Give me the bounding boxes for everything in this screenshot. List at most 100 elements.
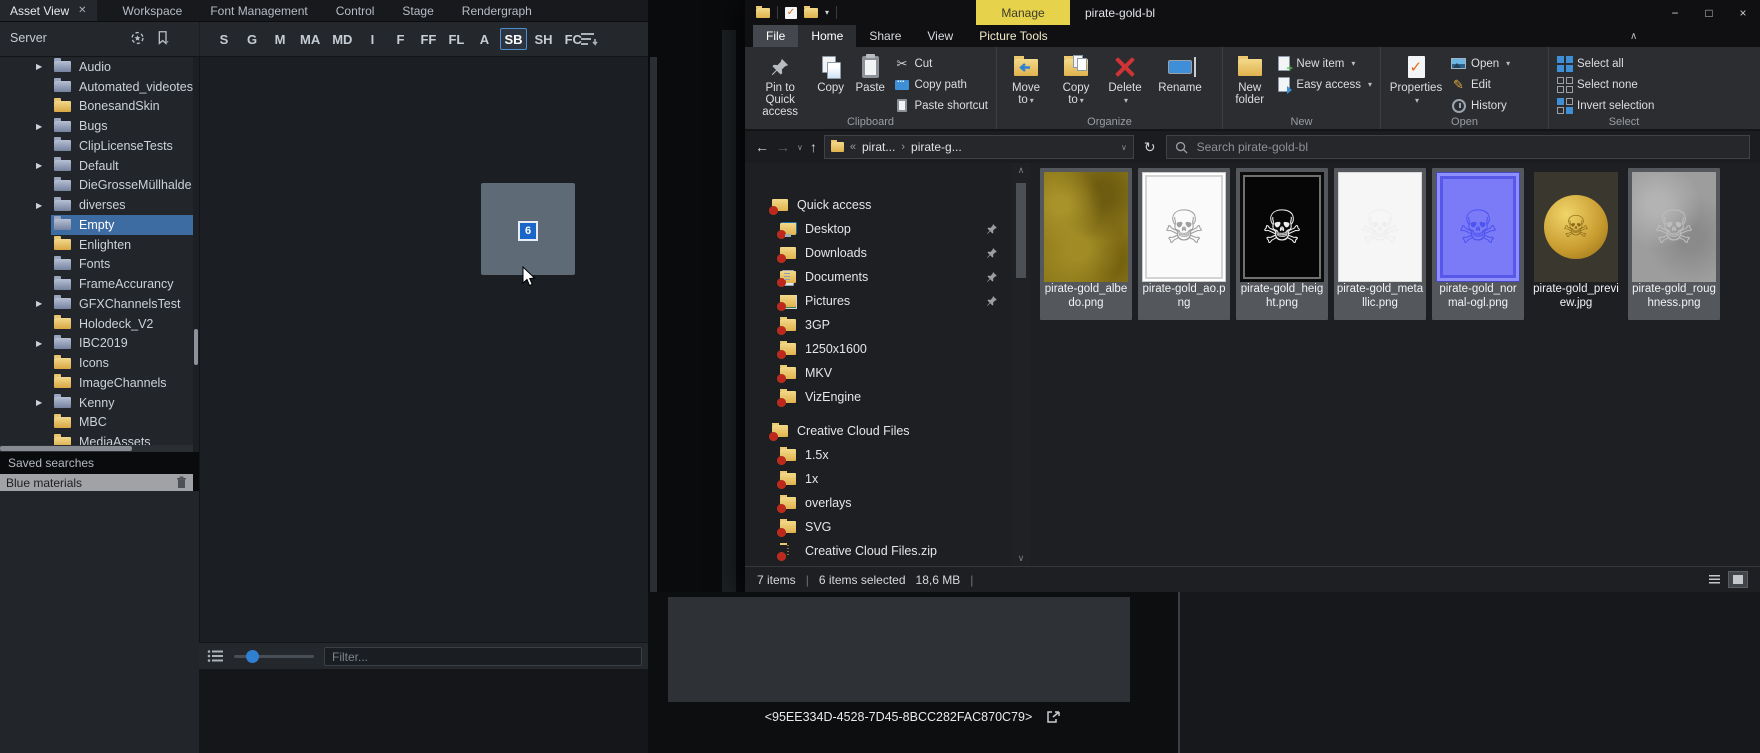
breadcrumb-overflow[interactable]: « (850, 141, 856, 153)
filter-input[interactable] (325, 648, 641, 665)
view-filter-button[interactable]: SB (500, 28, 526, 50)
tree-horizontal-scrollbar[interactable] (0, 445, 193, 452)
tab-asset-view[interactable]: Asset View ✕ (0, 0, 97, 21)
bookmark-icon[interactable] (156, 29, 171, 47)
tree-item[interactable]: ▶ diverses (0, 195, 193, 215)
nav-item[interactable]: ✓ Desktop (745, 217, 1012, 241)
nav-item[interactable]: ✓ Pictures (745, 289, 1012, 313)
expander-icon[interactable]: ▶ (36, 122, 51, 131)
nav-item[interactable]: ✓ Quick access (745, 193, 1012, 217)
view-filter-button[interactable]: MD (328, 28, 356, 50)
invert-selection-button[interactable]: Invert selection (1553, 95, 1658, 116)
new-item-button[interactable]: New item▾ (1272, 53, 1376, 74)
saved-search-item[interactable]: Blue materials (0, 474, 193, 491)
tree-item[interactable]: ▶ IBC2019 (0, 334, 193, 354)
select-none-button[interactable]: Select none (1553, 74, 1658, 95)
select-all-button[interactable]: Select all (1553, 53, 1658, 74)
tree-item[interactable]: ▶ Bugs (0, 116, 193, 136)
ribbon-tab[interactable]: View (914, 25, 966, 47)
scrollbar-thumb[interactable] (1016, 183, 1026, 278)
breadcrumb[interactable]: « pirat... › pirate-g... ∨ (824, 135, 1134, 159)
move-to-button[interactable]: Move to▾ (1001, 50, 1051, 109)
nav-item[interactable]: ✓ overlays (745, 491, 1012, 515)
view-filter-button[interactable]: MA (296, 28, 324, 50)
open-button[interactable]: Open▾ (1447, 53, 1514, 74)
ribbon-tab[interactable]: Home (798, 25, 856, 47)
expander-icon[interactable]: ▶ (36, 62, 51, 71)
view-filter-button[interactable]: A (472, 28, 496, 50)
nav-item[interactable]: ✓ Creative Cloud Files.zip (745, 539, 1012, 563)
menu-item[interactable]: Font Management (196, 4, 321, 18)
menu-item[interactable]: Control (322, 4, 389, 18)
nav-item[interactable]: ✓ Creative Cloud Files (745, 419, 1012, 443)
nav-item[interactable]: ✓ 3GP (745, 313, 1012, 337)
menu-item[interactable]: Stage (388, 4, 447, 18)
view-filter-button[interactable]: S (212, 28, 236, 50)
view-filter-button[interactable]: M (268, 28, 292, 50)
export-icon[interactable] (1046, 710, 1061, 724)
up-button[interactable]: ↑ (810, 139, 817, 155)
file-tile[interactable]: pirate-gold_roug hness.png (1628, 168, 1720, 320)
history-button[interactable]: History (1447, 95, 1514, 116)
nav-item[interactable]: ✓ 1.5x (745, 443, 1012, 467)
expander-icon[interactable]: ▶ (36, 299, 51, 308)
nav-item[interactable]: ✓ MKV (745, 361, 1012, 385)
slider-knob[interactable] (246, 650, 259, 663)
tree-item[interactable]: ▶ Audio (0, 57, 193, 77)
nav-item[interactable]: ✓ 1x (745, 467, 1012, 491)
nav-item[interactable]: ✓ Downloads (745, 241, 1012, 265)
rename-button[interactable]: Rename (1149, 50, 1211, 96)
address-dropdown-icon[interactable]: ∨ (1121, 143, 1127, 152)
nav-item[interactable]: ✓ SVG (745, 515, 1012, 539)
tree-item[interactable]: ▶ ImageChannels (0, 373, 193, 393)
view-filter-button[interactable]: FF (416, 28, 440, 50)
nav-scrollbar[interactable]: ∧ ∨ (1012, 163, 1030, 566)
minimize-button[interactable]: − (1658, 0, 1692, 25)
ribbon-tab[interactable]: File (753, 25, 798, 47)
forward-button[interactable]: → (776, 139, 790, 155)
refresh-icon[interactable]: ↻ (1144, 139, 1156, 156)
expander-icon[interactable]: ▶ (36, 339, 51, 348)
view-filter-button[interactable]: I (360, 28, 384, 50)
scroll-up-icon[interactable]: ∧ (1012, 165, 1030, 176)
tree-item[interactable]: ▶ Enlighten (0, 235, 193, 255)
nav-item[interactable]: ✓ Documents (745, 265, 1012, 289)
file-tile[interactable]: pirate-gold_previ ew.jpg (1530, 168, 1622, 320)
easy-access-button[interactable]: Easy access▾ (1272, 74, 1376, 95)
file-tile[interactable]: pirate-gold_heig ht.png (1236, 168, 1328, 320)
thumbnail-view-button[interactable] (1728, 571, 1748, 588)
close-icon[interactable]: ✕ (78, 5, 86, 16)
copy-path-button[interactable]: Copy path (890, 74, 992, 95)
tree-item[interactable]: ▶ DieGrosseMüllhalde (0, 176, 193, 196)
edit-button[interactable]: ✎ Edit (1447, 74, 1514, 95)
nav-item[interactable]: ✓ VizEngine (745, 385, 1012, 409)
ribbon-tab[interactable]: Share (856, 25, 914, 47)
tree-item[interactable]: ▶ Default (0, 156, 193, 176)
menu-item[interactable]: Workspace (109, 4, 197, 18)
properties-button[interactable]: Properties ▾ (1385, 50, 1447, 109)
cut-button[interactable]: ✂ Cut (890, 53, 992, 74)
tree-item[interactable]: ▶ GFXChannelsTest (0, 294, 193, 314)
tree-item[interactable]: ▶ Icons (0, 353, 193, 373)
list-view-icon[interactable] (207, 649, 224, 663)
back-button[interactable]: ← (755, 139, 769, 155)
tree-item[interactable]: ▶ Holodeck_V2 (0, 314, 193, 334)
trash-icon[interactable] (176, 476, 187, 489)
tree-item[interactable]: ▶ ClipLicenseTests (0, 136, 193, 156)
collapse-ribbon-icon[interactable]: ∧ (1630, 25, 1637, 47)
details-view-button[interactable] (1704, 571, 1724, 588)
tree-item[interactable]: ▶ Fonts (0, 255, 193, 275)
canvas-scrollbar-strip[interactable] (650, 57, 657, 642)
file-tile[interactable]: pirate-gold_nor mal-ogl.png (1432, 168, 1524, 320)
qat-folder-icon[interactable] (756, 8, 770, 18)
picture-tools-contextual-header[interactable]: Manage (976, 0, 1070, 25)
tree-item[interactable]: ▶ FrameAccurancy (0, 274, 193, 294)
expander-icon[interactable]: ▶ (36, 201, 51, 210)
qat-dropdown-icon[interactable]: ▾ (825, 8, 829, 17)
file-tile[interactable]: pirate-gold_meta llic.png (1334, 168, 1426, 320)
new-folder-button[interactable]: New folder (1227, 50, 1272, 108)
tree-item[interactable]: ▶ Kenny (0, 393, 193, 413)
scrollbar-thumb[interactable] (0, 446, 132, 451)
expander-icon[interactable]: ▶ (36, 398, 51, 407)
paste-shortcut-button[interactable]: Paste shortcut (890, 95, 992, 116)
